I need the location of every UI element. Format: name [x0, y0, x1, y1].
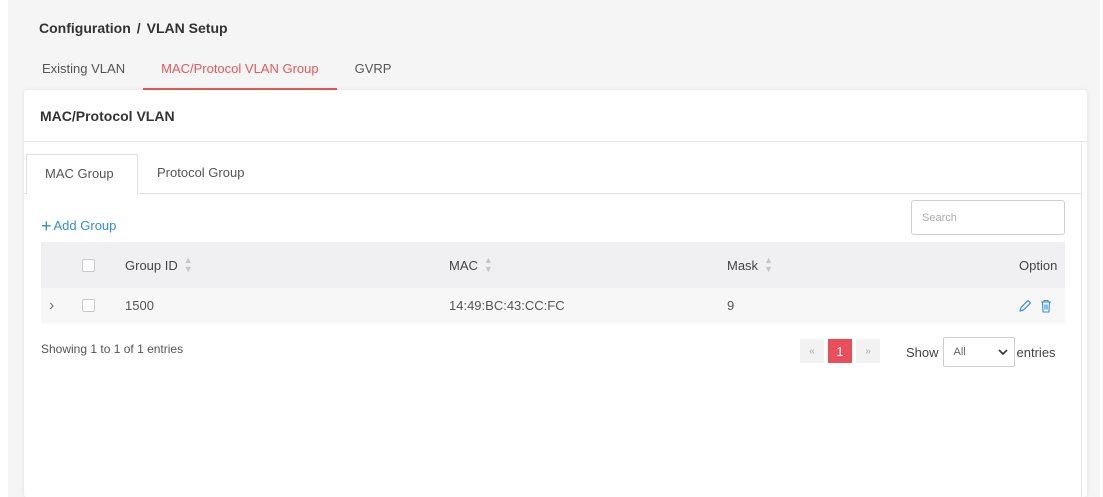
pagination: « 1 »: [800, 339, 884, 363]
table-row: › 1500 14:49:BC:43:CC:FC 9: [41, 288, 1065, 323]
column-mask[interactable]: Mask ▲ ▼: [727, 256, 773, 274]
column-option-label: Option: [1019, 257, 1058, 273]
edit-icon[interactable]: [1017, 298, 1033, 314]
column-mask-label: Mask: [727, 257, 759, 273]
cell-mac: 14:49:BC:43:CC:FC: [449, 298, 565, 313]
tab-mac-protocol-vlan-group[interactable]: MAC/Protocol VLAN Group: [143, 58, 337, 90]
page-size-control: Show All entries: [906, 337, 1056, 367]
breadcrumb-current: VLAN Setup: [146, 20, 228, 36]
top-tabs: Existing VLAN MAC/Protocol VLAN Group GV…: [24, 58, 409, 90]
row-checkbox-wrap: [82, 299, 95, 312]
row-actions: [1017, 298, 1054, 314]
next-page-button[interactable]: »: [856, 339, 880, 363]
column-group-id-label: Group ID: [125, 257, 178, 273]
sort-icon: ▲ ▼: [483, 255, 493, 274]
entries-label: entries: [1016, 344, 1056, 360]
row-checkbox[interactable]: [82, 299, 95, 312]
chevron-down-icon: [997, 349, 1008, 356]
plus-icon: +: [41, 215, 52, 236]
column-mac[interactable]: MAC ▲ ▼: [449, 256, 493, 274]
tab-gvrp[interactable]: GVRP: [337, 58, 410, 90]
breadcrumb-parent[interactable]: Configuration: [39, 20, 131, 36]
page-1-button[interactable]: 1: [828, 339, 852, 363]
breadcrumb: Configuration / VLAN Setup: [39, 20, 228, 36]
breadcrumb-separator: /: [136, 20, 141, 36]
table-header: Group ID ▲ ▼ MAC ▲ ▼ Mask ▲ ▼ Option: [41, 242, 1065, 288]
page-size-value: All: [953, 346, 966, 358]
sub-tabs: MAC Group Protocol Group: [24, 154, 1082, 195]
page-size-select[interactable]: All: [942, 337, 1015, 367]
column-option: Option: [1019, 258, 1057, 273]
column-mac-label: MAC: [449, 257, 478, 273]
delete-icon[interactable]: [1038, 298, 1054, 314]
content-card: MAC/Protocol VLAN MAC Group Protocol Gro…: [24, 90, 1087, 497]
sort-icon: ▲ ▼: [183, 255, 193, 274]
tab-protocol-group[interactable]: Protocol Group: [138, 154, 262, 194]
cell-group-id: 1500: [125, 298, 154, 313]
card-title: MAC/Protocol VLAN: [24, 90, 1087, 142]
show-label: Show: [906, 344, 939, 360]
sort-icon: ▲ ▼: [764, 255, 773, 274]
add-group-button[interactable]: + Add Group: [41, 215, 117, 236]
column-group-id[interactable]: Group ID ▲ ▼: [125, 256, 193, 274]
select-all-checkbox-wrap: [82, 258, 95, 272]
select-all-checkbox[interactable]: [82, 258, 95, 272]
previous-page-button[interactable]: «: [800, 339, 824, 363]
mac-group-table: Group ID ▲ ▼ MAC ▲ ▼ Mask ▲ ▼ Option › 1500: [41, 242, 1065, 323]
tab-existing-vlan[interactable]: Existing VLAN: [24, 58, 143, 90]
tab-mac-group[interactable]: MAC Group: [26, 154, 138, 195]
cell-mask: 9: [727, 298, 735, 313]
table-info: Showing 1 to 1 of 1 entries: [41, 342, 184, 356]
add-group-label: Add Group: [53, 218, 117, 233]
search-input[interactable]: [911, 200, 1065, 235]
chevron-right-icon[interactable]: ›: [49, 297, 54, 315]
